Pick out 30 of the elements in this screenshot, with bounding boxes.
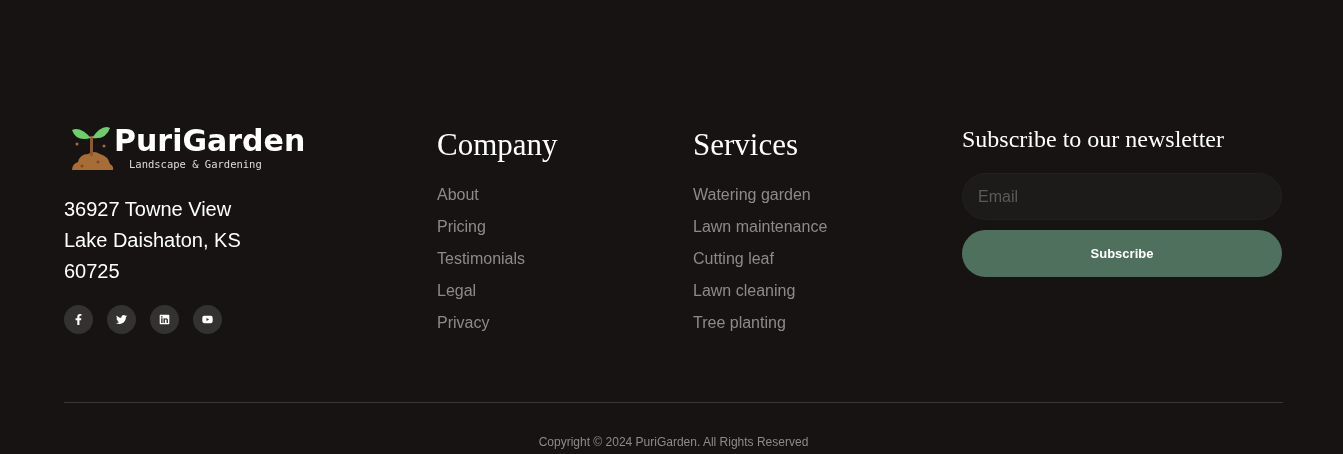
facebook-icon — [73, 314, 84, 325]
subscribe-button[interactable]: Subscribe — [962, 230, 1282, 277]
social-link[interactable] — [64, 305, 93, 334]
address-line: 36927 Towne View — [64, 197, 233, 222]
social-link[interactable] — [193, 305, 222, 334]
footer-link[interactable]: Lawn maintenance — [693, 211, 962, 243]
footer-link[interactable]: Privacy — [437, 307, 693, 339]
address-line: Lake Daishaton, KS — [64, 228, 242, 253]
brand-name: PuriGarden — [114, 124, 306, 158]
brand-tagline: Landscape & Gardening — [129, 158, 263, 170]
play-icon — [202, 314, 213, 325]
copyright-text: Copyright © 2024 PuriGarden. All Rights Reserved — [537, 435, 810, 449]
social-link[interactable] — [150, 305, 179, 334]
column-heading: Services — [693, 126, 800, 164]
footer-link[interactable]: Legal — [437, 275, 693, 307]
footer-link[interactable]: Watering garden — [693, 179, 962, 211]
footer-link[interactable]: Pricing — [437, 211, 693, 243]
column-heading: Company — [437, 126, 559, 164]
email-field[interactable]: Email — [962, 173, 1282, 220]
address-line: 60725 — [64, 259, 121, 284]
footer-link[interactable]: Tree planting — [693, 307, 962, 339]
sprout-icon — [70, 124, 114, 172]
social-link[interactable] — [107, 305, 136, 334]
footer-link[interactable]: Cutting leaf — [693, 243, 962, 275]
footer-link[interactable]: Lawn cleaning — [693, 275, 962, 307]
linkedin-icon — [159, 314, 170, 325]
newsletter-heading: Subscribe to our newsletter — [962, 125, 1225, 154]
bird-icon — [116, 314, 127, 325]
footer-link[interactable]: Testimonials — [437, 243, 693, 275]
footer-link[interactable]: About — [437, 179, 693, 211]
